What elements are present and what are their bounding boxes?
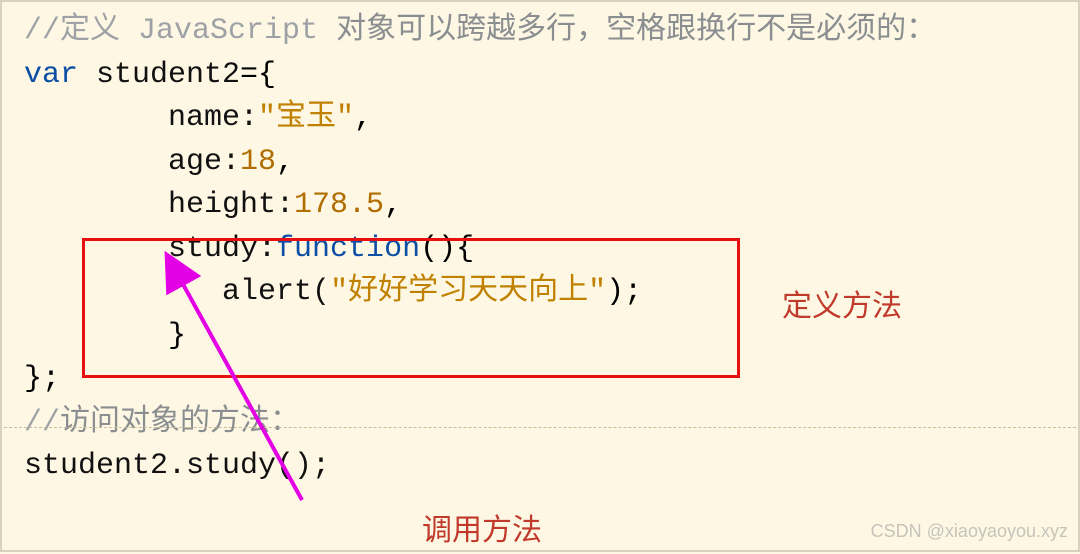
call-study: student2.study(); bbox=[24, 449, 330, 483]
alert-call: alert( bbox=[24, 275, 330, 309]
prop-study: study: bbox=[24, 232, 276, 266]
prop-name: name: bbox=[24, 101, 258, 135]
string-name: "宝玉" bbox=[258, 101, 354, 135]
section-divider bbox=[4, 427, 1076, 428]
brace-close-inner: } bbox=[24, 319, 186, 353]
prop-height: height: bbox=[24, 188, 294, 222]
code-block: //定义 JavaScript 对象可以跨越多行，空格跟换行不是必须的： var… bbox=[2, 2, 1078, 489]
watermark: CSDN @xiaoyaoyou.xyz bbox=[871, 518, 1068, 544]
annotation-call-method: 调用方法 bbox=[422, 509, 542, 553]
number-age: 18 bbox=[240, 145, 276, 179]
fn-parens-open: (){ bbox=[420, 232, 474, 266]
string-alert: "好好学习天天向上" bbox=[330, 275, 606, 309]
comma-1: , bbox=[354, 101, 372, 135]
comma-3: , bbox=[384, 188, 402, 222]
comma-2: , bbox=[276, 145, 294, 179]
keyword-function: function bbox=[276, 232, 420, 266]
number-height: 178.5 bbox=[294, 188, 384, 222]
comment-define-js: //定义 JavaScript 对象可以跨越多行，空格跟换行不是必须的： bbox=[24, 14, 936, 48]
brace-close-outer: }; bbox=[24, 362, 60, 396]
alert-close-paren: ); bbox=[606, 275, 642, 309]
assign-brace-open: ={ bbox=[240, 58, 276, 92]
keyword-var: var bbox=[24, 58, 78, 92]
prop-age: age: bbox=[24, 145, 240, 179]
annotation-define-method: 定义方法 bbox=[782, 285, 902, 329]
identifier-student2: student2 bbox=[78, 58, 240, 92]
comment-access-method: //访问对象的方法： bbox=[24, 406, 300, 440]
